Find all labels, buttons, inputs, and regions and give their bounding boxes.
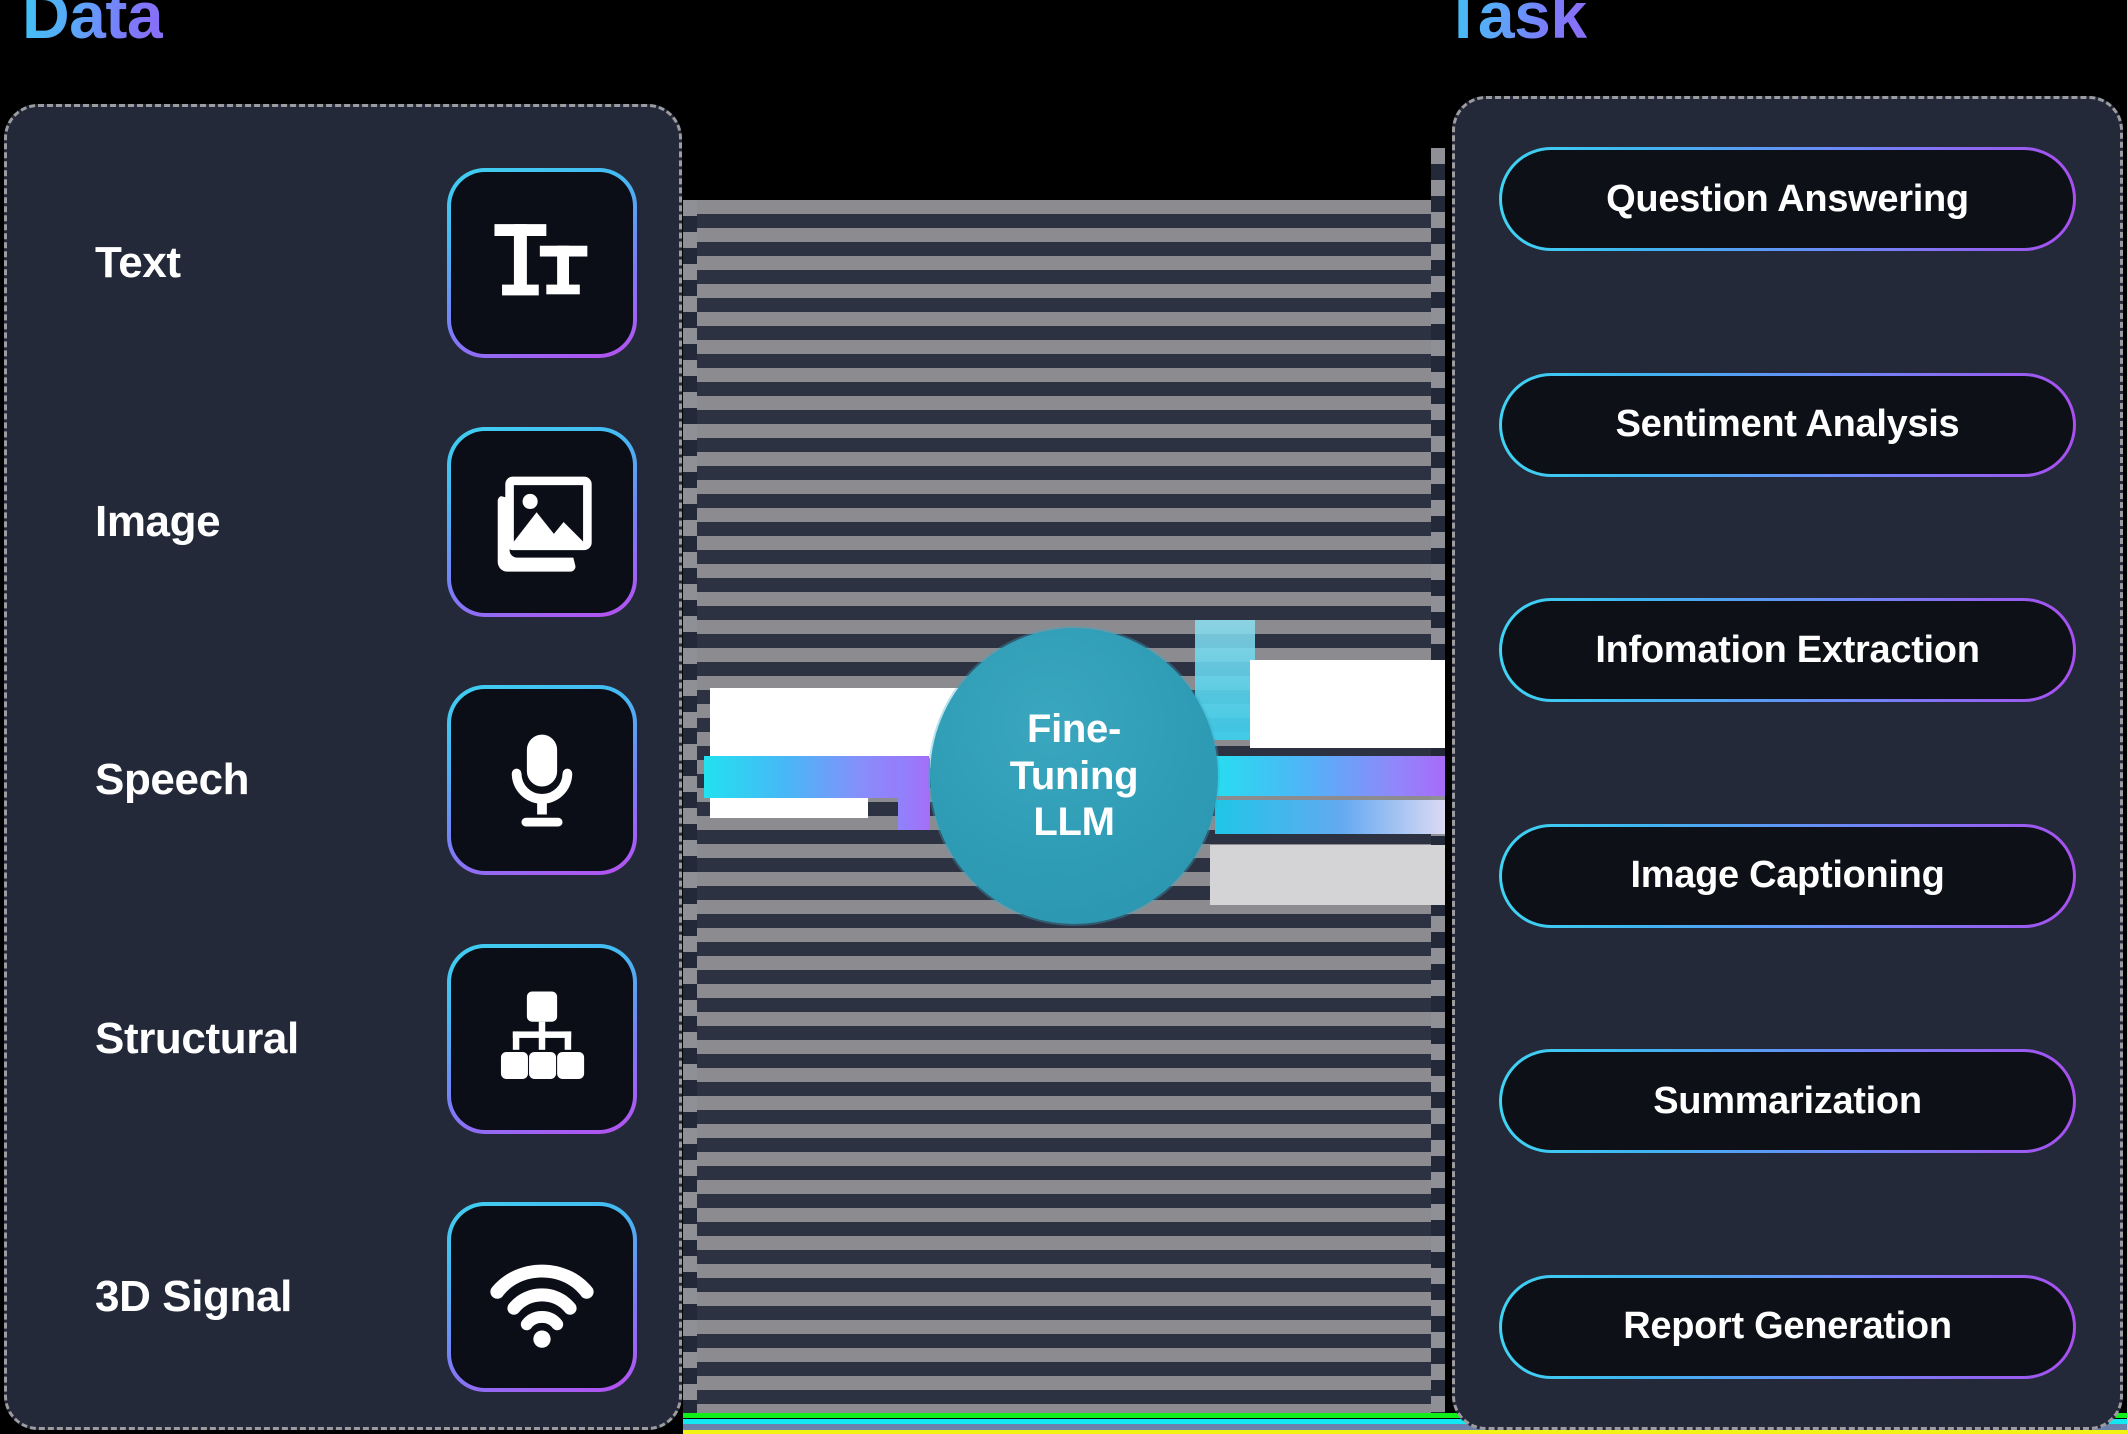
task-pill-report-generation[interactable]: Report Generation bbox=[1499, 1274, 2076, 1379]
task-pill-body: Summarization bbox=[1502, 1052, 2073, 1151]
modality-row-text[interactable]: Text bbox=[95, 167, 637, 359]
modality-icon-tile[interactable] bbox=[447, 1202, 637, 1392]
right-arrow-gradient bbox=[1210, 756, 1445, 796]
task-pill-label: Summarization bbox=[1653, 1079, 1922, 1122]
task-pill-label: Infomation Extraction bbox=[1595, 628, 1980, 671]
arrow-artifact-white-b bbox=[710, 688, 868, 818]
modality-row-image[interactable]: Image bbox=[95, 426, 637, 618]
task-pill-information-extraction[interactable]: Infomation Extraction bbox=[1499, 598, 2076, 703]
left-arrow-gradient bbox=[704, 756, 929, 798]
microphone-icon bbox=[451, 689, 633, 871]
task-pill-label: Question Answering bbox=[1606, 177, 1969, 220]
modality-icon-tile[interactable] bbox=[447, 426, 637, 617]
task-pill-body: Sentiment Analysis bbox=[1502, 375, 2073, 474]
task-pill-image-captioning[interactable]: Image Captioning bbox=[1499, 823, 2076, 928]
modality-label: Image bbox=[95, 496, 221, 546]
data-panel: Text Image Speech Structural 3D Signal bbox=[4, 104, 682, 1430]
arrow-artifact-white-d bbox=[1250, 660, 1445, 748]
modality-row-3d-signal[interactable]: 3D Signal bbox=[95, 1201, 637, 1393]
task-pill-summarization[interactable]: Summarization bbox=[1499, 1049, 2076, 1154]
modality-label: 3D Signal bbox=[95, 1272, 292, 1321]
task-panel: Question Answering Sentiment Analysis In… bbox=[1452, 96, 2123, 1430]
task-pill-label: Image Captioning bbox=[1630, 854, 1945, 897]
task-heading: Task bbox=[1443, 0, 1587, 48]
task-list: Question Answering Sentiment Analysis In… bbox=[1455, 99, 2120, 1427]
task-pill-body: Image Captioning bbox=[1502, 826, 2073, 925]
hierarchy-icon bbox=[451, 947, 633, 1130]
center-band-left-rail bbox=[683, 200, 697, 1414]
data-heading: Data bbox=[22, 0, 164, 48]
modality-list: Text Image Speech Structural 3D Signal bbox=[7, 107, 679, 1427]
task-pill-body: Question Answering bbox=[1502, 150, 2073, 248]
modality-icon-tile[interactable] bbox=[447, 168, 637, 358]
image-icon bbox=[451, 430, 633, 613]
modality-label: Structural bbox=[95, 1013, 299, 1063]
modality-label: Speech bbox=[95, 755, 250, 804]
text-format-icon bbox=[451, 172, 633, 354]
right-arrow-tail bbox=[1215, 800, 1445, 834]
modality-icon-tile[interactable] bbox=[447, 685, 637, 875]
modality-icon-tile[interactable] bbox=[447, 943, 637, 1134]
task-pill-label: Sentiment Analysis bbox=[1615, 403, 1960, 446]
task-pill-question-answering[interactable]: Question Answering bbox=[1499, 147, 2076, 251]
task-pill-body: Report Generation bbox=[1502, 1277, 2073, 1376]
fine-tuning-llm-node: Fine- Tuning LLM bbox=[930, 628, 1218, 924]
gray-flare-artifact bbox=[1210, 845, 1445, 905]
artifact-line-yellow bbox=[683, 1430, 2127, 1434]
diagram-canvas: Fine- Tuning LLM Text Image Speech Struc… bbox=[0, 0, 2127, 1434]
wifi-signal-icon bbox=[451, 1206, 633, 1388]
modality-label: Text bbox=[95, 238, 181, 287]
left-arrow-head bbox=[898, 758, 930, 830]
modality-row-structural[interactable]: Structural bbox=[95, 943, 637, 1135]
task-pill-label: Report Generation bbox=[1623, 1305, 1952, 1348]
fine-tuning-llm-label: Fine- Tuning LLM bbox=[1009, 707, 1139, 845]
modality-row-speech[interactable]: Speech bbox=[95, 684, 637, 876]
task-pill-body: Infomation Extraction bbox=[1502, 601, 2073, 700]
task-pill-sentiment-analysis[interactable]: Sentiment Analysis bbox=[1499, 372, 2076, 477]
